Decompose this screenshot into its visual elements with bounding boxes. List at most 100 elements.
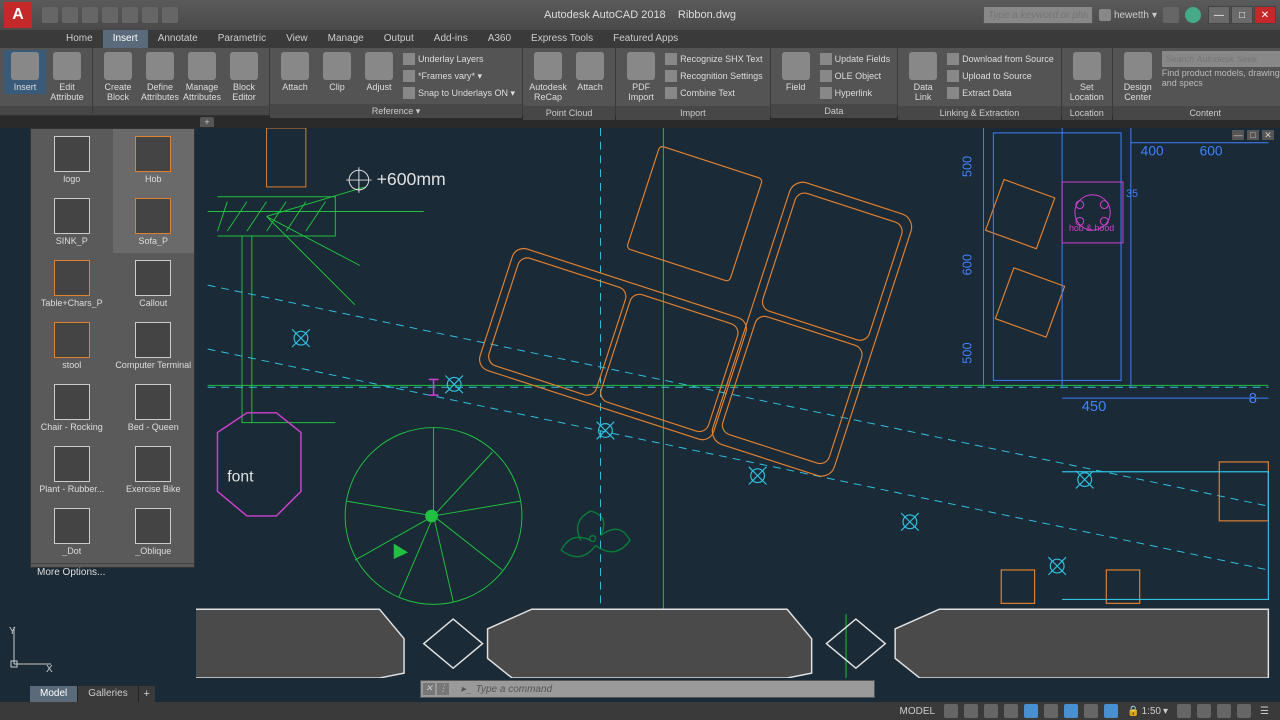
ribbon-item[interactable]: Upload to Source	[947, 68, 1054, 84]
status-gear-icon[interactable]	[1177, 704, 1191, 718]
qat-save-icon[interactable]	[82, 7, 98, 23]
ribbon-item[interactable]: Snap to Underlays ON ▾	[403, 85, 515, 101]
palette-item-bed-queen[interactable]: Bed - Queen	[113, 377, 195, 439]
status-transparency-icon[interactable]	[1104, 704, 1118, 718]
ribbon-button-set-location[interactable]: Set Location	[1066, 50, 1108, 104]
palette-item-exercise-bike[interactable]: Exercise Bike	[113, 439, 195, 501]
ribbon-item[interactable]: Download from Source	[947, 51, 1054, 67]
menu-tab-express-tools[interactable]: Express Tools	[521, 30, 603, 48]
palette-item-sink-p[interactable]: SINK_P	[31, 191, 113, 253]
qat-plot-icon[interactable]	[122, 7, 138, 23]
ribbon-button-attach[interactable]: Attach	[569, 50, 611, 94]
ribbon-button-field[interactable]: Field	[775, 50, 817, 94]
signin-menu[interactable]: hewetth▾	[1099, 9, 1157, 21]
ribbon-button-block-editor[interactable]: Block Editor	[223, 50, 265, 104]
palette-item-chair-rocking[interactable]: Chair - Rocking	[31, 377, 113, 439]
menu-tab-featured-apps[interactable]: Featured Apps	[603, 30, 688, 48]
menu-tab-output[interactable]: Output	[374, 30, 424, 48]
canvas-restore-icon[interactable]: □	[1247, 130, 1259, 140]
ribbon-button-edit-attribute[interactable]: Edit Attribute	[46, 50, 88, 104]
qat-redo-icon[interactable]	[162, 7, 178, 23]
palette-item--oblique[interactable]: _Oblique	[113, 501, 195, 563]
qat-new-icon[interactable]	[42, 7, 58, 23]
palette-item-callout[interactable]: Callout	[113, 253, 195, 315]
menu-tab-view[interactable]: View	[276, 30, 318, 48]
status-hardware-icon[interactable]	[1217, 704, 1231, 718]
qat-saveas-icon[interactable]	[102, 7, 118, 23]
canvas-close-icon[interactable]: ✕	[1262, 130, 1274, 140]
ribbon-item[interactable]: Recognize SHX Text	[665, 51, 763, 67]
ribbon-button-design-center[interactable]: Design Center	[1117, 50, 1159, 104]
cmd-close-icon[interactable]: ✕	[423, 683, 435, 695]
minimize-button[interactable]: —	[1208, 6, 1230, 24]
status-osnap-icon[interactable]	[1024, 704, 1038, 718]
menu-tab-home[interactable]: Home	[56, 30, 103, 48]
ribbon-button-clip[interactable]: Clip	[316, 50, 358, 94]
menu-tab-insert[interactable]: Insert	[103, 30, 148, 48]
palette-item-hob[interactable]: Hob	[113, 129, 195, 191]
ribbon-group-label: Content	[1113, 106, 1280, 120]
ribbon-icon	[782, 52, 810, 80]
status-ortho-icon[interactable]	[984, 704, 998, 718]
cmd-options-icon[interactable]: ⋮	[437, 683, 449, 695]
menu-tab-parametric[interactable]: Parametric	[208, 30, 276, 48]
palette-item-computer-terminal[interactable]: Computer Terminal	[113, 315, 195, 377]
command-line[interactable]: ✕ ⋮ ▸_ Type a command	[420, 680, 875, 698]
status-otrack-icon[interactable]	[1064, 704, 1078, 718]
layout-add-button[interactable]: +	[139, 686, 155, 702]
ribbon-group: InsertEdit Attribute	[0, 48, 93, 115]
help-icon[interactable]	[1185, 7, 1201, 23]
layout-tab-galleries[interactable]: Galleries	[78, 686, 138, 702]
status-lweight-icon[interactable]	[1084, 704, 1098, 718]
keyword-search-input[interactable]	[983, 6, 1093, 24]
palette-item-plant-rubber-[interactable]: Plant - Rubber...	[31, 439, 113, 501]
palette-item-sofa-p[interactable]: Sofa_P	[113, 191, 195, 253]
ribbon-item[interactable]: Update Fields	[820, 51, 891, 67]
canvas-minimize-icon[interactable]: —	[1232, 130, 1244, 140]
ribbon-item[interactable]: Hyperlink	[820, 85, 891, 101]
ribbon-button-adjust[interactable]: Adjust	[358, 50, 400, 94]
ribbon-item[interactable]: Underlay Layers	[403, 51, 515, 67]
status-customize-icon[interactable]: ☰	[1257, 706, 1272, 717]
palette-item-stool[interactable]: stool	[31, 315, 113, 377]
ribbon-button-autodesk-recap[interactable]: Autodesk ReCap	[527, 50, 569, 104]
qat-undo-icon[interactable]	[142, 7, 158, 23]
ribbon-item[interactable]: OLE Object	[820, 68, 891, 84]
layout-tab-model[interactable]: Model	[30, 686, 78, 702]
palette-item-table-chars-p[interactable]: Table+Chars_P	[31, 253, 113, 315]
status-snap-icon[interactable]	[964, 704, 978, 718]
menu-tab-annotate[interactable]: Annotate	[148, 30, 208, 48]
ribbon-button-define-attributes[interactable]: Define Attributes	[139, 50, 181, 104]
palette-item--dot[interactable]: _Dot	[31, 501, 113, 563]
ribbon-button-insert[interactable]: Insert	[4, 50, 46, 94]
status-grid-icon[interactable]	[944, 704, 958, 718]
close-button[interactable]: ✕	[1254, 6, 1276, 24]
status-polar-icon[interactable]	[1004, 704, 1018, 718]
ribbon-button-create-block[interactable]: Create Block	[97, 50, 139, 104]
app-logo[interactable]: A	[4, 2, 32, 28]
ribbon-button-manage-attributes[interactable]: Manage Attributes	[181, 50, 223, 104]
menu-tab-add-ins[interactable]: Add-ins	[424, 30, 478, 48]
palette-more-options[interactable]: More Options...	[31, 563, 194, 581]
exchange-icon[interactable]	[1163, 7, 1179, 23]
menu-tab-a360[interactable]: A360	[478, 30, 521, 48]
ribbon-button-pdf-import[interactable]: PDF Import	[620, 50, 662, 104]
status-model[interactable]: MODEL	[897, 706, 939, 717]
ribbon-item[interactable]: Recognition Settings	[665, 68, 763, 84]
ribbon-item[interactable]: Extract Data	[947, 85, 1054, 101]
ribbon-button-attach[interactable]: Attach	[274, 50, 316, 94]
status-isolate-icon[interactable]	[1197, 704, 1211, 718]
maximize-button[interactable]: □	[1231, 6, 1253, 24]
status-clean-icon[interactable]	[1237, 704, 1251, 718]
qat-open-icon[interactable]	[62, 7, 78, 23]
drawing-canvas[interactable]: — □ ✕	[196, 128, 1280, 678]
menu-tab-manage[interactable]: Manage	[318, 30, 374, 48]
seek-search-input[interactable]	[1162, 51, 1280, 67]
status-annoscale[interactable]: 🔒 1:50 ▾	[1124, 706, 1171, 717]
ribbon-button-data-link[interactable]: Data Link	[902, 50, 944, 104]
drawing-tab-add[interactable]: +	[200, 117, 214, 127]
ribbon-item[interactable]: Combine Text	[665, 85, 763, 101]
ribbon-item[interactable]: *Frames vary* ▾	[403, 68, 515, 84]
palette-item-logo[interactable]: logo	[31, 129, 113, 191]
status-3dosnap-icon[interactable]	[1044, 704, 1058, 718]
